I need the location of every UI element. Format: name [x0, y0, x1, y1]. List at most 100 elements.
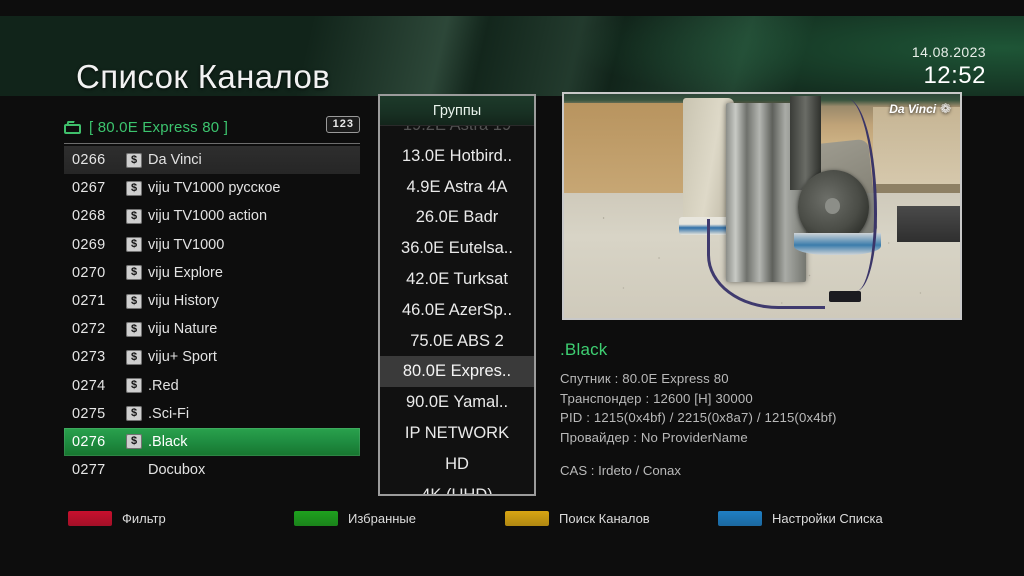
channel-number: 0271 — [72, 293, 106, 310]
channel-name: viju TV1000 русское — [148, 180, 281, 197]
channel-row[interactable]: 0269 $ viju TV1000 — [64, 231, 360, 259]
preview-door — [564, 102, 683, 206]
channel-row[interactable]: 0274 $ .Red — [64, 372, 360, 400]
scrambled-icon: $ — [126, 434, 142, 450]
color-button-label: Избранные — [348, 511, 416, 526]
current-time: 12:52 — [923, 62, 986, 89]
color-button-bar: Фильтр Избранные Поиск Каналов Настройки Сп… — [0, 511, 1024, 537]
current-date: 14.08.2023 — [911, 44, 986, 60]
channel-number: 0268 — [72, 208, 106, 225]
scrambled-icon: $ — [126, 293, 142, 309]
group-item[interactable]: 80.0E Expres.. — [380, 356, 534, 388]
scrambled-icon: $ — [126, 349, 142, 365]
channel-number: 0274 — [72, 377, 106, 394]
scrambled-icon: $ — [126, 378, 142, 394]
channel-number: 0266 — [72, 152, 106, 169]
satellite-bar[interactable]: [ 80.0E Express 80 ] 123 — [64, 114, 360, 140]
letterbox-top — [0, 0, 1024, 16]
channel-name: .Sci-Fi — [148, 405, 190, 422]
tv-channel-list-screen: Список Каналов 14.08.2023 12:52 [ 80.0E … — [0, 0, 1024, 576]
channel-row[interactable]: 0267 $ viju TV1000 русское — [64, 174, 360, 202]
channel-name: viju TV1000 — [148, 236, 225, 253]
channel-logo-overlay: Da Vinci ❁ — [889, 101, 951, 117]
info-transponder: Транспондер : 12600 [H] 30000 — [560, 390, 753, 406]
channel-name: .Red — [148, 377, 179, 394]
page-title: Список Каналов — [76, 58, 331, 95]
channel-name: viju TV1000 action — [148, 208, 268, 225]
channel-row[interactable]: 0266 $ Da Vinci — [64, 146, 360, 175]
preview-cable-connector — [829, 291, 861, 303]
group-item[interactable]: 36.0E Eutelsa.. — [380, 233, 534, 264]
color-swatch — [294, 511, 338, 526]
channel-name: viju Explore — [148, 264, 223, 281]
channel-row[interactable]: 0273 $ viju+ Sport — [64, 343, 360, 371]
channel-info-panel: .Black Спутник : 80.0E Express 80 Трансп… — [560, 340, 980, 478]
color-swatch — [505, 511, 549, 526]
groups-scroll-area[interactable]: 19.2E Astra 1913.0E Hotbird..4.9E Astra … — [380, 126, 534, 494]
channel-row[interactable]: 0277 Docubox — [64, 456, 360, 484]
satellite-name: [ 80.0E Express 80 ] — [89, 118, 229, 136]
info-pid: PID : 1215(0x4bf) / 2215(0x8a7) / 1215(0… — [560, 410, 837, 425]
channel-number: 0272 — [72, 321, 106, 338]
channel-name: .Black — [148, 433, 188, 450]
group-item[interactable]: 90.0E Yamal.. — [380, 387, 534, 418]
group-item[interactable]: 75.0E ABS 2 — [380, 326, 534, 357]
channel-number: 0269 — [72, 236, 106, 253]
channel-number: 0275 — [72, 405, 106, 422]
scrambled-icon: $ — [126, 406, 142, 422]
channel-row[interactable]: 0268 $ viju TV1000 action — [64, 202, 360, 230]
preview-floor-mat — [896, 206, 960, 242]
channel-name: viju+ Sport — [148, 349, 217, 366]
color-button[interactable]: Настройки Списка — [718, 511, 883, 526]
group-item[interactable]: 13.0E Hotbird.. — [380, 141, 534, 172]
channel-count-badge: 123 — [325, 116, 360, 133]
color-button-label: Поиск Каналов — [559, 511, 650, 526]
channel-name: viju History — [148, 293, 219, 310]
group-item[interactable]: 4.9E Astra 4A — [380, 172, 534, 203]
scrambled-icon: $ — [126, 208, 142, 224]
channel-name: viju Nature — [148, 321, 218, 338]
datetime-block: 14.08.2023 12:52 — [912, 44, 986, 90]
flower-icon: ❁ — [940, 101, 951, 116]
group-item[interactable]: 26.0E Badr — [380, 202, 534, 233]
scrambled-icon: $ — [126, 265, 142, 281]
channel-list[interactable]: 0266 $ Da Vinci 0267 $ viju TV1000 русское 026… — [64, 146, 360, 484]
info-cas: CAS : Irdeto / Conax — [560, 463, 681, 478]
color-button-label: Настройки Списка — [772, 511, 883, 526]
group-item[interactable]: HD — [380, 449, 534, 480]
channel-row[interactable]: 0270 $ viju Explore — [64, 259, 360, 287]
group-item[interactable]: 46.0E AzerSp.. — [380, 295, 534, 326]
channel-row[interactable]: 0272 $ viju Nature — [64, 315, 360, 343]
color-swatch — [718, 511, 762, 526]
channel-name: Docubox — [148, 462, 206, 479]
color-swatch — [68, 511, 112, 526]
group-item[interactable]: 42.0E Turksat — [380, 264, 534, 295]
scrambled-icon: $ — [126, 152, 142, 168]
video-preview[interactable]: Da Vinci ❁ — [562, 92, 962, 320]
color-button[interactable]: Фильтр — [68, 511, 166, 526]
channel-row[interactable]: 0271 $ viju History — [64, 287, 360, 315]
info-provider: Провайдер : No ProviderName — [560, 429, 748, 445]
channel-number: 0276 — [72, 433, 106, 450]
color-button[interactable]: Избранные — [294, 511, 416, 526]
scrambled-icon: $ — [126, 237, 142, 253]
channel-number: 0270 — [72, 264, 106, 281]
channel-logo-text: Da Vinci — [889, 102, 937, 116]
color-button[interactable]: Поиск Каналов — [505, 511, 650, 526]
letterbox-bottom — [0, 545, 1024, 576]
channel-number: 0267 — [72, 180, 106, 197]
scrambled-icon: $ — [126, 180, 142, 196]
channel-row[interactable]: 0275 $ .Sci-Fi — [64, 400, 360, 428]
group-item[interactable]: IP NETWORK — [380, 418, 534, 449]
info-channel-name: .Black — [560, 340, 608, 359]
page-header: Список Каналов 14.08.2023 12:52 — [0, 16, 1024, 96]
group-item[interactable]: 4K (UHD) — [380, 480, 534, 494]
channel-row[interactable]: 0276 $ .Black — [64, 427, 360, 457]
tv-icon — [64, 120, 81, 134]
groups-heading: Группы — [380, 96, 534, 126]
groups-panel[interactable]: Группы 19.2E Astra 1913.0E Hotbird..4.9E… — [378, 94, 536, 496]
group-item[interactable]: 19.2E Astra 19 — [380, 126, 534, 141]
channel-number: 0277 — [72, 462, 106, 479]
color-button-label: Фильтр — [122, 511, 166, 526]
channel-number: 0273 — [72, 349, 106, 366]
